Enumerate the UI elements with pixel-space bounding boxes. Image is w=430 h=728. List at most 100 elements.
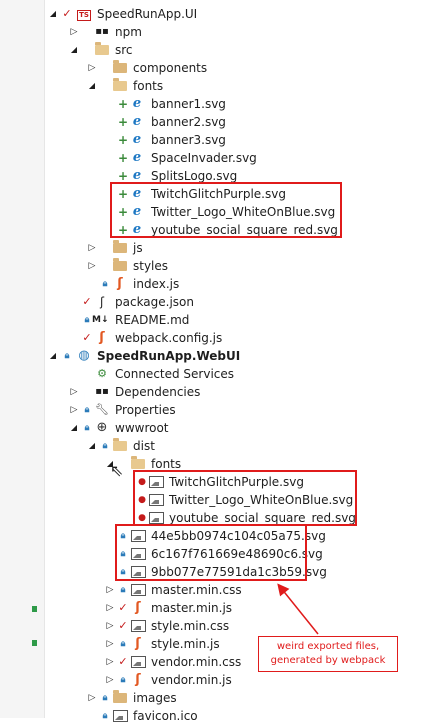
markdown-file-icon: M↓ — [92, 315, 109, 325]
globe-icon: ⊕ — [96, 420, 108, 435]
annotation-callout: weird exported files, generated by webpa… — [258, 636, 398, 672]
tree-item-label: src — [115, 43, 133, 57]
tree-item-label: js — [133, 241, 143, 255]
svg-file-icon: e — [132, 150, 142, 165]
expand-chevron-icon[interactable]: ▷ — [87, 689, 97, 707]
tree-item-bundle-file[interactable]: ▷ 🔒︎ master.min.css — [0, 581, 430, 599]
lock-icon: 🔒︎ — [102, 441, 108, 451]
tree-item-package-json[interactable]: ✓ ʃ package.json — [0, 293, 430, 311]
tree-item-label: styles — [133, 259, 169, 273]
tree-item-label: vendor.min.js — [151, 673, 232, 687]
collapse-triangle-icon[interactable]: ◢ — [87, 77, 97, 95]
lock-icon: 🔒︎ — [64, 351, 70, 361]
tree-item-images[interactable]: ▷ 🔒︎ images — [0, 689, 430, 707]
folder-icon — [112, 77, 128, 95]
tree-item-label: webpack.config.js — [115, 331, 223, 345]
tree-item-favicon[interactable]: 🔒︎ favicon.ico — [0, 707, 430, 725]
tree-item-font-file[interactable]: + e banner2.svg — [0, 113, 430, 131]
tree-item-label: Connected Services — [115, 367, 235, 381]
json-file-icon: ʃ — [99, 295, 105, 309]
tree-item-font-file[interactable]: + e banner3.svg — [0, 131, 430, 149]
collapse-triangle-icon[interactable]: ◢ — [69, 41, 79, 59]
solution-explorer-tree: ◢ ✓ TS SpeedRunApp.UI ▷ ▪▪ npm ◢ src ▷ c… — [0, 0, 430, 723]
tree-item-label: npm — [115, 25, 142, 39]
expand-chevron-icon[interactable]: ▷ — [105, 599, 115, 617]
expand-chevron-icon[interactable]: ▷ — [87, 239, 97, 257]
tree-item-label: fonts — [133, 79, 164, 93]
expand-chevron-icon[interactable]: ▷ — [87, 59, 97, 77]
collapse-triangle-icon[interactable]: ◢ — [87, 437, 97, 455]
js-file-icon: ʃ — [135, 672, 141, 687]
expand-chevron-icon[interactable]: ▷ — [105, 653, 115, 671]
tree-item-readme[interactable]: 🔒︎ M↓ README.md — [0, 311, 430, 329]
tree-item-label: master.min.js — [151, 601, 233, 615]
annotation-line-1: weird exported files, — [276, 641, 380, 652]
tree-item-label: images — [133, 691, 177, 705]
tree-item-label: banner3.svg — [151, 133, 226, 147]
plus-icon: + — [118, 115, 129, 129]
tree-item-bundle-file[interactable]: ▷ 🔒︎ ʃ vendor.min.js — [0, 671, 430, 689]
highlight-box-dist-fonts — [133, 470, 357, 526]
lock-icon: 🔒︎ — [120, 639, 126, 649]
globe-icon: ◍ — [78, 348, 90, 363]
svg-file-icon: e — [132, 114, 142, 129]
collapse-triangle-icon[interactable]: ◢ — [69, 419, 79, 437]
tree-item-label: style.min.js — [151, 637, 220, 651]
expand-chevron-icon[interactable]: ▷ — [105, 635, 115, 653]
tree-item-label: index.js — [133, 277, 180, 291]
tree-item-js[interactable]: ▷ js — [0, 239, 430, 257]
tree-item-components[interactable]: ▷ components — [0, 59, 430, 77]
plus-icon: + — [118, 133, 129, 147]
svg-file-icon: e — [132, 132, 142, 147]
expand-chevron-icon[interactable]: ▷ — [105, 671, 115, 689]
tree-item-wwwroot[interactable]: ◢ 🔒︎ ⊕ wwwroot — [0, 419, 430, 437]
folder-icon — [112, 239, 128, 257]
expand-chevron-icon[interactable]: ▷ — [105, 617, 115, 635]
tree-item-dependencies[interactable]: ▷ ▪▪ Dependencies — [0, 383, 430, 401]
tree-item-bundle-file[interactable]: ▷ ✓ style.min.css — [0, 617, 430, 635]
svg-file-icon: e — [132, 96, 142, 111]
tree-item-connected-services[interactable]: ⚙ Connected Services — [0, 365, 430, 383]
tree-item-font-file[interactable]: + e banner1.svg — [0, 95, 430, 113]
lock-icon: 🔒︎ — [102, 279, 108, 289]
lock-icon: 🔒︎ — [120, 675, 126, 685]
project-speedrunapp-webui[interactable]: ◢ 🔒︎ ◍ SpeedRunApp.WebUI — [0, 347, 430, 365]
tree-item-font-file[interactable]: + e SpaceInvader.svg — [0, 149, 430, 167]
wrench-icon: 🔧︎ — [95, 403, 109, 416]
collapse-triangle-icon[interactable]: ◢ — [48, 5, 58, 23]
tree-item-npm[interactable]: ▷ ▪▪ npm — [0, 23, 430, 41]
tree-item-label: SpaceInvader.svg — [151, 151, 257, 165]
red-check-icon: ✓ — [118, 619, 128, 632]
tree-item-fonts[interactable]: ◢ fonts — [0, 77, 430, 95]
tree-item-index-js[interactable]: 🔒︎ ʃ index.js — [0, 275, 430, 293]
collapse-triangle-icon[interactable]: ◢ — [48, 347, 58, 365]
red-check-icon: ✓ — [62, 7, 72, 20]
folder-icon — [112, 437, 128, 455]
tree-item-label: SpeedRunApp.UI — [97, 7, 198, 21]
tree-item-label: wwwroot — [115, 421, 169, 435]
tree-item-bundle-file[interactable]: ▷ ✓ ʃ master.min.js — [0, 599, 430, 617]
expand-chevron-icon[interactable]: ▷ — [69, 23, 79, 41]
expand-chevron-icon[interactable]: ▷ — [87, 257, 97, 275]
tree-item-label: Dependencies — [115, 385, 201, 399]
tree-item-dist[interactable]: ◢ 🔒︎ dist — [0, 437, 430, 455]
npm-icon: ▪▪ — [95, 26, 109, 37]
folder-icon — [112, 689, 128, 707]
tree-item-label: dist — [133, 439, 155, 453]
lock-icon: 🔒︎ — [84, 423, 90, 433]
tree-item-webpack-config[interactable]: ✓ ʃ webpack.config.js — [0, 329, 430, 347]
expand-chevron-icon[interactable]: ▷ — [105, 581, 115, 599]
plus-icon: + — [118, 97, 129, 111]
project-speedrunapp-ui[interactable]: ◢ ✓ TS SpeedRunApp.UI — [0, 5, 430, 23]
tree-item-src[interactable]: ◢ src — [0, 41, 430, 59]
red-check-icon: ✓ — [118, 601, 128, 614]
tree-item-label: Properties — [115, 403, 176, 417]
js-file-icon: ʃ — [117, 276, 123, 291]
tree-item-styles[interactable]: ▷ styles — [0, 257, 430, 275]
tree-item-properties[interactable]: ▷ 🔒︎ 🔧︎ Properties — [0, 401, 430, 419]
tree-item-label: banner1.svg — [151, 97, 226, 111]
connected-services-icon: ⚙ — [97, 367, 107, 380]
expand-chevron-icon[interactable]: ▷ — [69, 383, 79, 401]
lock-icon: 🔒︎ — [102, 711, 108, 721]
expand-chevron-icon[interactable]: ▷ — [69, 401, 79, 419]
